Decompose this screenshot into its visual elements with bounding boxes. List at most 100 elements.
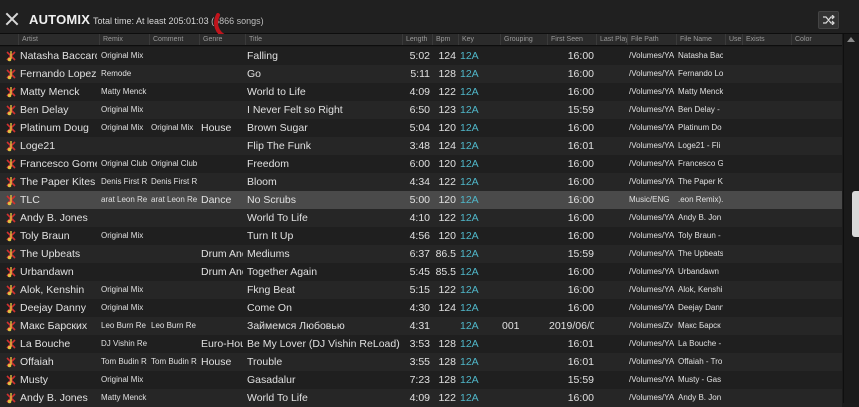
column-header-first-seen[interactable]: First Seen bbox=[547, 34, 596, 45]
table-row[interactable]: Offaiah Tom Budin R Tom Budin R House Troubl… bbox=[0, 353, 842, 371]
cell-first-seen: 16:00 bbox=[567, 392, 594, 404]
column-header-user[interactable]: User bbox=[725, 34, 742, 45]
cell-title: Mediums bbox=[247, 248, 290, 260]
cell-first-seen: 16:00 bbox=[567, 122, 594, 134]
cell-comment bbox=[151, 299, 197, 317]
cell-genre bbox=[201, 83, 243, 101]
cell-artist: Offaiah bbox=[20, 356, 54, 368]
column-header-remix[interactable]: Remix bbox=[99, 34, 149, 45]
cell-key: 12A bbox=[460, 68, 479, 80]
cell-title: Together Again bbox=[247, 266, 318, 278]
table-row[interactable]: Fernando Lopez Pina Remode Go 5:11 128 12A 16:… bbox=[0, 65, 842, 83]
column-header-comment[interactable]: Comment bbox=[149, 34, 199, 45]
cell-first-seen: 16:01 bbox=[567, 140, 594, 152]
table-row[interactable]: Loge21 Flip The Funk 3:48 124 12A 16:01/Volum… bbox=[0, 137, 842, 155]
cell-file-name: Musty - Gas bbox=[678, 375, 722, 384]
table-row[interactable]: Alok, Kenshin Original Mix Fkng Beat 5:15 12… bbox=[0, 281, 842, 299]
cell-last-play bbox=[598, 371, 625, 389]
music-note-icon bbox=[6, 321, 16, 332]
column-header-exists[interactable]: Exists bbox=[742, 34, 791, 45]
cell-last-play bbox=[598, 47, 625, 65]
table-row[interactable]: Макс Барских Leo Burn Re Leo Burn Re Займем… bbox=[0, 317, 842, 335]
table-row[interactable]: Andy B. Jones Matty Menck World To Life 4:0… bbox=[0, 389, 842, 407]
table-row[interactable]: Deejay Danny Original Mix Come On 4:30 124 12… bbox=[0, 299, 842, 317]
column-header-title[interactable]: Title bbox=[245, 34, 402, 45]
cell-comment bbox=[151, 209, 197, 227]
cell-remix: Matty Menck bbox=[101, 393, 147, 402]
table-row[interactable]: Urbandawn Drum And B Together Again 5:45 85.… bbox=[0, 263, 842, 281]
cell-artist: Fernando Lopez Pina bbox=[20, 68, 97, 80]
column-header-bpm[interactable]: Bpm bbox=[432, 34, 458, 45]
cell-length: 5:15 bbox=[409, 284, 430, 296]
cell-first-seen: 15:59 bbox=[567, 374, 594, 386]
cell-file-name: Andy B. Jon bbox=[678, 213, 722, 222]
cell-remix: Remode bbox=[101, 69, 132, 78]
cell-title: Fkng Beat bbox=[247, 284, 295, 296]
column-header-last-play[interactable]: Last Play bbox=[596, 34, 627, 45]
table-row[interactable]: Natasha Baccardi Original Mix Falling 5:02 1… bbox=[0, 47, 842, 65]
cell-file-path: /Volumes/YA bbox=[629, 357, 674, 366]
column-header-file-path[interactable]: File Path bbox=[627, 34, 676, 45]
cell-file-name: Urbandawn bbox=[678, 267, 719, 276]
table-row[interactable]: Toly Braun Original Mix Turn It Up 4:56 120 1… bbox=[0, 227, 842, 245]
cell-grouping bbox=[502, 137, 545, 155]
table-row[interactable]: Andy B. Jones World To Life 4:10 122 12A 16:0… bbox=[0, 209, 842, 227]
cell-key: 12A bbox=[460, 194, 479, 206]
cell-comment bbox=[151, 47, 197, 65]
cell-genre bbox=[201, 281, 243, 299]
cell-grouping bbox=[502, 353, 545, 371]
cell-last-play bbox=[598, 101, 625, 119]
cell-bpm: 124 bbox=[438, 50, 456, 62]
cell-last-play bbox=[598, 83, 625, 101]
column-header-file-name[interactable]: File Name bbox=[676, 34, 725, 45]
cell-length: 5:02 bbox=[409, 50, 430, 62]
cell-file-name: The Upbeats bbox=[678, 249, 723, 258]
table-row[interactable]: Matty Menck Matty Menck World to Life 4:09 1… bbox=[0, 83, 842, 101]
table-row[interactable]: TLC arat Leon Re arat Leon Re Dance No Scrub… bbox=[0, 191, 842, 209]
cell-length: 5:45 bbox=[409, 266, 430, 278]
cell-remix: Original Mix bbox=[101, 303, 144, 312]
close-icon[interactable] bbox=[5, 12, 19, 26]
shuffle-button[interactable] bbox=[818, 11, 839, 29]
cell-genre bbox=[201, 137, 243, 155]
column-header-color[interactable]: Color bbox=[791, 34, 842, 45]
cell-file-path: /Volumes/YA bbox=[629, 177, 674, 186]
cell-grouping bbox=[502, 155, 545, 173]
column-header-grouping[interactable]: Grouping bbox=[500, 34, 547, 45]
cell-first-seen: 2019/06/02 bbox=[549, 320, 594, 332]
cell-genre bbox=[201, 227, 243, 245]
cell-key: 12A bbox=[460, 140, 479, 152]
cell-file-path: /Volumes/YA bbox=[629, 51, 674, 60]
cell-bpm: 124 bbox=[438, 140, 456, 152]
cell-grouping bbox=[502, 101, 545, 119]
cell-genre bbox=[201, 173, 243, 191]
table-row[interactable]: Platinum Doug Original Mix Original Mix Hou… bbox=[0, 119, 842, 137]
column-header-length[interactable]: Length bbox=[402, 34, 432, 45]
cell-genre bbox=[201, 371, 243, 389]
column-header-key[interactable]: Key bbox=[458, 34, 500, 45]
table-row[interactable]: The Paper Kites Denis First R Denis First … bbox=[0, 173, 842, 191]
cell-file-path: /Volumes/YA bbox=[629, 303, 674, 312]
cell-first-seen: 16:01 bbox=[567, 356, 594, 368]
scroll-up-icon[interactable] bbox=[847, 37, 855, 42]
cell-title: Flip The Funk bbox=[247, 140, 311, 152]
cell-last-play bbox=[598, 173, 625, 191]
table-row[interactable]: Musty Original Mix Gasadalur 7:23 128 12A 15:5… bbox=[0, 371, 842, 389]
table-row[interactable]: La Bouche DJ Vishin Re Euro-House Be My Lov… bbox=[0, 335, 842, 353]
cell-bpm: 122 bbox=[438, 212, 456, 224]
cell-genre bbox=[201, 209, 243, 227]
cell-genre bbox=[201, 47, 243, 65]
cell-remix bbox=[101, 137, 147, 155]
music-note-icon bbox=[6, 339, 16, 350]
column-header-artist[interactable]: Artist bbox=[18, 34, 99, 45]
table-row[interactable]: Ben Delay Original Mix I Never Felt so Rig… bbox=[0, 101, 842, 119]
table-row[interactable]: Francesco Gomez Original Club Original Clu… bbox=[0, 155, 842, 173]
music-note-icon bbox=[6, 303, 16, 314]
table-row[interactable]: The Upbeats Drum And B Mediums 6:37 86.5 12A 1… bbox=[0, 245, 842, 263]
cell-bpm: 123 bbox=[438, 104, 456, 116]
side-panel-tab[interactable] bbox=[852, 191, 859, 237]
cell-file-name: Andy B. Jon bbox=[678, 393, 722, 402]
music-note-icon bbox=[6, 231, 16, 242]
cell-bpm: 122 bbox=[438, 86, 456, 98]
column-header-genre[interactable]: Genre bbox=[199, 34, 245, 45]
